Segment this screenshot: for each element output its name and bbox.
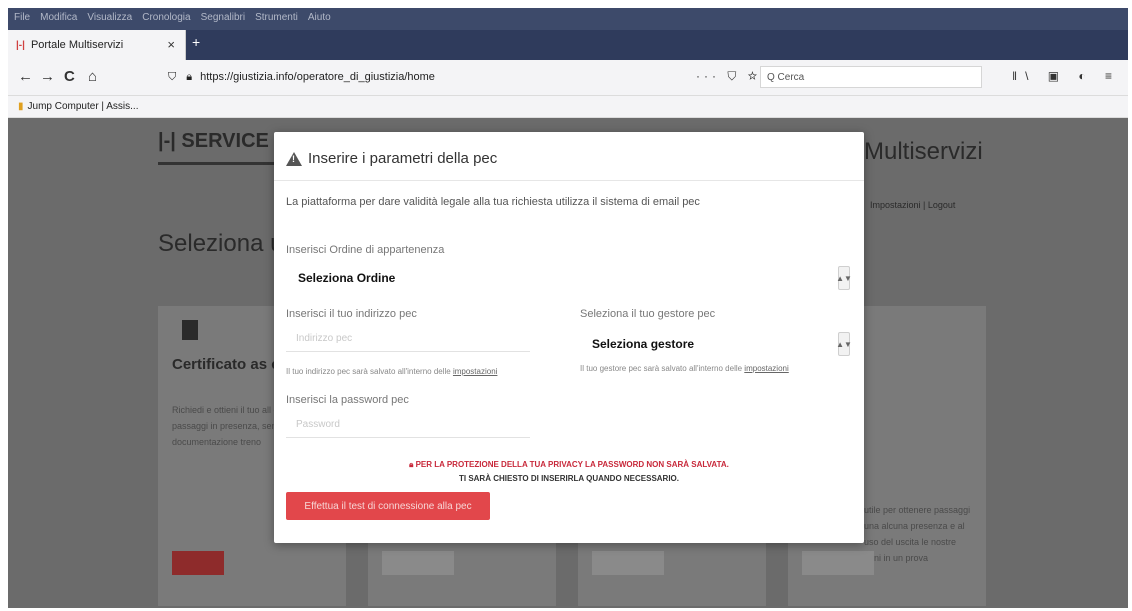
privacy-notice: 🔒︎ PER LA PROTEZIONE DELLA TUA PRIVACY L… <box>274 458 864 486</box>
card-button <box>592 551 664 575</box>
password-input[interactable]: Password <box>286 412 530 438</box>
modal-divider <box>274 180 864 181</box>
pec-address-hint: Il tuo indirizzo pec sarà salvato all'in… <box>286 367 498 376</box>
menu-strumenti[interactable]: Strumenti <box>255 12 298 23</box>
warning-icon <box>286 151 302 166</box>
provider-hint: Il tuo gestore pec sarà salvato all'inte… <box>580 364 789 373</box>
favicon-icon: |-| <box>16 39 25 51</box>
bookmark-jump-computer[interactable]: Jump Computer | Assis... <box>28 101 139 112</box>
menu-cronologia[interactable]: Cronologia <box>142 12 190 23</box>
menu-bar: File Modifica Visualizza Cronologia Segn… <box>14 12 331 23</box>
chevron-down-icon[interactable]: ▲▼ <box>836 266 852 290</box>
modal-title-text: Inserire i parametri della pec <box>308 150 498 167</box>
card-button <box>802 551 874 575</box>
back-icon[interactable]: ← <box>18 68 33 85</box>
card-text: utile per ottenere passaggi una alcuna p… <box>864 505 971 563</box>
page-actions-icon[interactable]: ··· ⛉ ☆ <box>696 69 761 84</box>
url-bar[interactable]: ⛉ 🔒︎ https://giustizia.info/operatore_di… <box>168 66 758 88</box>
privacy-line-1: PER LA PROTEZIONE DELLA TUA PRIVACY LA P… <box>415 460 729 469</box>
site-brand: Multiservizi <box>864 138 983 165</box>
home-icon[interactable]: ⌂ <box>88 68 97 85</box>
provider-label: Seleziona il tuo gestore pec <box>580 308 716 320</box>
card-access-button <box>172 551 224 575</box>
select-heading: Seleziona u <box>158 230 284 257</box>
search-input[interactable]: Q Cerca <box>760 66 982 88</box>
modal-title: Inserire i parametri della pec <box>286 150 497 167</box>
bookmarks-bar: ▮ Jump Computer | Assis... <box>8 96 1128 118</box>
pec-parameters-modal: Inserire i parametri della pec La piatta… <box>274 132 864 543</box>
bookmark-icon: ▮ <box>18 101 24 112</box>
header-links: Impostazioni | Logout <box>870 200 956 210</box>
navigation-bar: ← → C ⌂ ⛉ 🔒︎ https://giustizia.info/oper… <box>8 60 1128 96</box>
pec-address-label: Inserisci il tuo indirizzo pec <box>286 308 417 320</box>
close-icon[interactable]: × <box>167 37 175 52</box>
site-logo: |-| SERVICE <box>158 130 269 152</box>
shield-icon: ⛉ <box>168 70 177 83</box>
title-bar: File Modifica Visualizza Cronologia Segn… <box>8 8 1128 30</box>
url-text: https://giustizia.info/operatore_di_gius… <box>200 71 435 83</box>
order-select[interactable]: Seleziona Ordine <box>288 264 828 292</box>
privacy-line-2: TI SARÀ CHIESTO DI INSERIRLA QUANDO NECE… <box>458 474 680 483</box>
settings-link[interactable]: impostazioni <box>453 367 497 376</box>
order-label: Inserisci Ordine di appartenenza <box>286 244 445 256</box>
card-button <box>382 551 454 575</box>
menu-file[interactable]: File <box>14 12 30 23</box>
browser-window: File Modifica Visualizza Cronologia Segn… <box>8 8 1128 608</box>
reload-icon[interactable]: C <box>64 68 75 85</box>
new-tab-button[interactable]: + <box>192 34 206 56</box>
menu-visualizza[interactable]: Visualizza <box>87 12 132 23</box>
lock-icon: 🔒︎ <box>186 70 193 83</box>
provider-select[interactable]: Seleziona gestore <box>582 330 826 358</box>
chevron-down-icon[interactable]: ▲▼ <box>836 332 852 356</box>
menu-aiuto[interactable]: Aiuto <box>308 12 331 23</box>
settings-link[interactable]: impostazioni <box>744 364 788 373</box>
forward-icon[interactable]: → <box>40 68 55 85</box>
toolbar-icons[interactable]: ‖\ ▣ ◐ ≡ <box>1012 69 1120 83</box>
document-icon <box>182 320 198 340</box>
logo-underline <box>158 162 278 165</box>
menu-modifica[interactable]: Modifica <box>40 12 77 23</box>
test-connection-button[interactable]: Effettua il test di connessione alla pec <box>286 492 490 520</box>
tab-portale-multiservizi[interactable]: |-| Portale Multiservizi × <box>8 30 186 60</box>
pec-address-input[interactable]: Indirizzo pec <box>286 326 530 352</box>
menu-segnalibri[interactable]: Segnalibri <box>201 12 245 23</box>
modal-description: La piattaforma per dare validità legale … <box>286 196 700 208</box>
password-label: Inserisci la password pec <box>286 394 409 406</box>
tab-title: Portale Multiservizi <box>30 39 124 51</box>
